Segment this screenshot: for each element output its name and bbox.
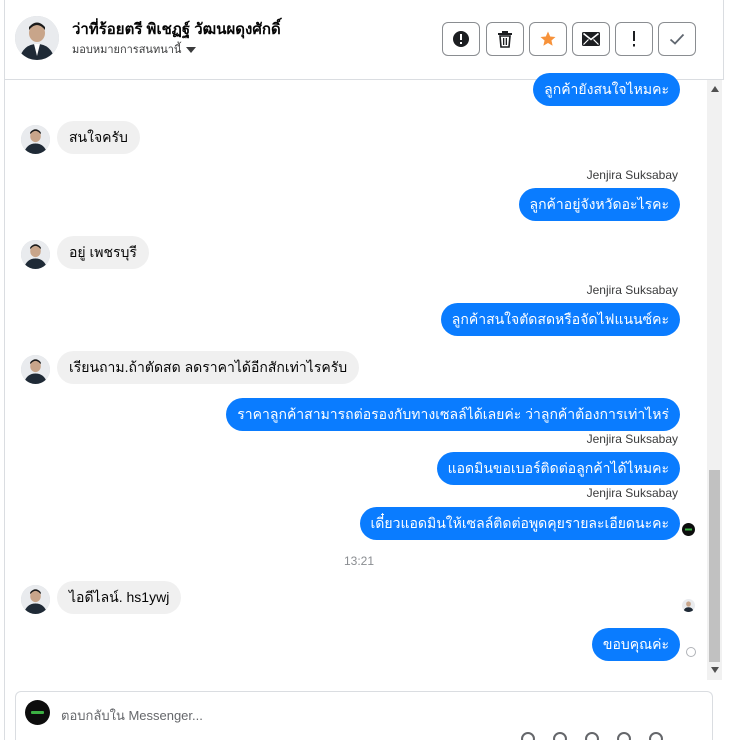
contact-avatar[interactable] <box>15 16 59 60</box>
message-bubble-outgoing[interactable]: แอดมินขอเบอร์ติดต่อลูกค้าได้ไหมคะ <box>436 452 680 485</box>
assign-conversation-dropdown[interactable]: มอบหมายการสนทนานี้ <box>72 40 197 58</box>
left-panel-edge <box>0 0 5 740</box>
scroll-up-arrow-icon[interactable] <box>711 86 719 92</box>
contact-message-avatar <box>21 355 50 384</box>
contact-name: ว่าที่ร้อยตรี พิเชฏฐ์ วัฒนผดุงศักดิ์ <box>72 21 281 38</box>
seen-receipt-avatar <box>682 599 695 612</box>
composer-toolbar <box>521 732 663 740</box>
sender-name: Jenjira Suksabay <box>586 486 678 500</box>
conversation-header: ว่าที่ร้อยตรี พิเชฏฐ์ วัฒนผดุงศักดิ์ มอบ… <box>5 0 723 80</box>
message-bubble-outgoing[interactable]: ขอบคุณค่ะ <box>591 628 680 661</box>
contact-message-avatar <box>21 125 50 154</box>
seen-receipt-avatar <box>682 523 695 536</box>
envelope-icon <box>582 32 600 46</box>
exclamation-icon <box>633 31 635 47</box>
message-bubble-incoming[interactable]: ไอดีไลน์. hs1ywj <box>57 581 182 614</box>
reply-composer[interactable]: ตอบกลับใน Messenger... <box>15 691 713 740</box>
star-button[interactable] <box>529 22 567 56</box>
alert-circle-icon <box>453 31 469 47</box>
mark-unread-button[interactable] <box>572 22 610 56</box>
star-icon <box>540 31 556 46</box>
sender-name: Jenjira Suksabay <box>586 168 678 182</box>
page-avatar <box>25 700 50 725</box>
attachment-icon[interactable] <box>521 732 535 740</box>
scroll-down-arrow-icon[interactable] <box>711 667 719 673</box>
message-bubble-outgoing[interactable]: ลูกค้าสนใจตัดสดหรือจัดไฟแนนซ์คะ <box>440 303 680 336</box>
sent-status-icon <box>686 647 696 657</box>
check-icon <box>669 33 685 45</box>
message-bubble-incoming[interactable]: สนใจครับ <box>57 121 140 154</box>
message-bubble-outgoing[interactable]: ลูกค้าอยู่จังหวัดอะไรคะ <box>518 188 680 221</box>
contact-message-avatar <box>21 240 50 269</box>
gif-icon[interactable] <box>617 732 631 740</box>
message-bubble-incoming[interactable]: อยู่ เพชรบุรี <box>57 236 149 269</box>
header-divider <box>723 0 724 80</box>
mark-done-button[interactable] <box>658 22 696 56</box>
contact-message-avatar <box>21 585 50 614</box>
message-bubble-outgoing[interactable]: เดี๋ยวแอดมินให้เซลล์ติดต่อพูดคุยรายละเอี… <box>359 507 680 540</box>
assign-conversation-label: มอบหมายการสนทนานี้ <box>72 44 182 56</box>
sender-name: Jenjira Suksabay <box>586 283 678 297</box>
message-bubble-outgoing[interactable]: ลูกค้ายังสนใจไหมคะ <box>533 73 680 106</box>
like-icon[interactable] <box>649 732 663 740</box>
message-bubble-incoming[interactable]: เรียนถาม.ถ้าตัดสด ลดราคาได้อีกสักเท่าไรค… <box>57 351 360 384</box>
image-icon[interactable] <box>585 732 599 740</box>
reply-input[interactable]: ตอบกลับใน Messenger... <box>61 705 203 726</box>
alert-button[interactable] <box>442 22 480 56</box>
sender-name: Jenjira Suksabay <box>586 432 678 446</box>
emoji-icon[interactable] <box>553 732 567 740</box>
chevron-down-icon <box>186 46 197 53</box>
scrollbar-thumb[interactable] <box>709 470 720 662</box>
delete-button[interactable] <box>486 22 524 56</box>
trash-icon <box>498 31 512 48</box>
message-timestamp: 13:21 <box>343 554 375 568</box>
follow-up-button[interactable] <box>615 22 653 56</box>
message-bubble-outgoing[interactable]: ราคาลูกค้าสามารถต่อรองกับทางเซลล์ได้เลยค… <box>226 398 680 431</box>
